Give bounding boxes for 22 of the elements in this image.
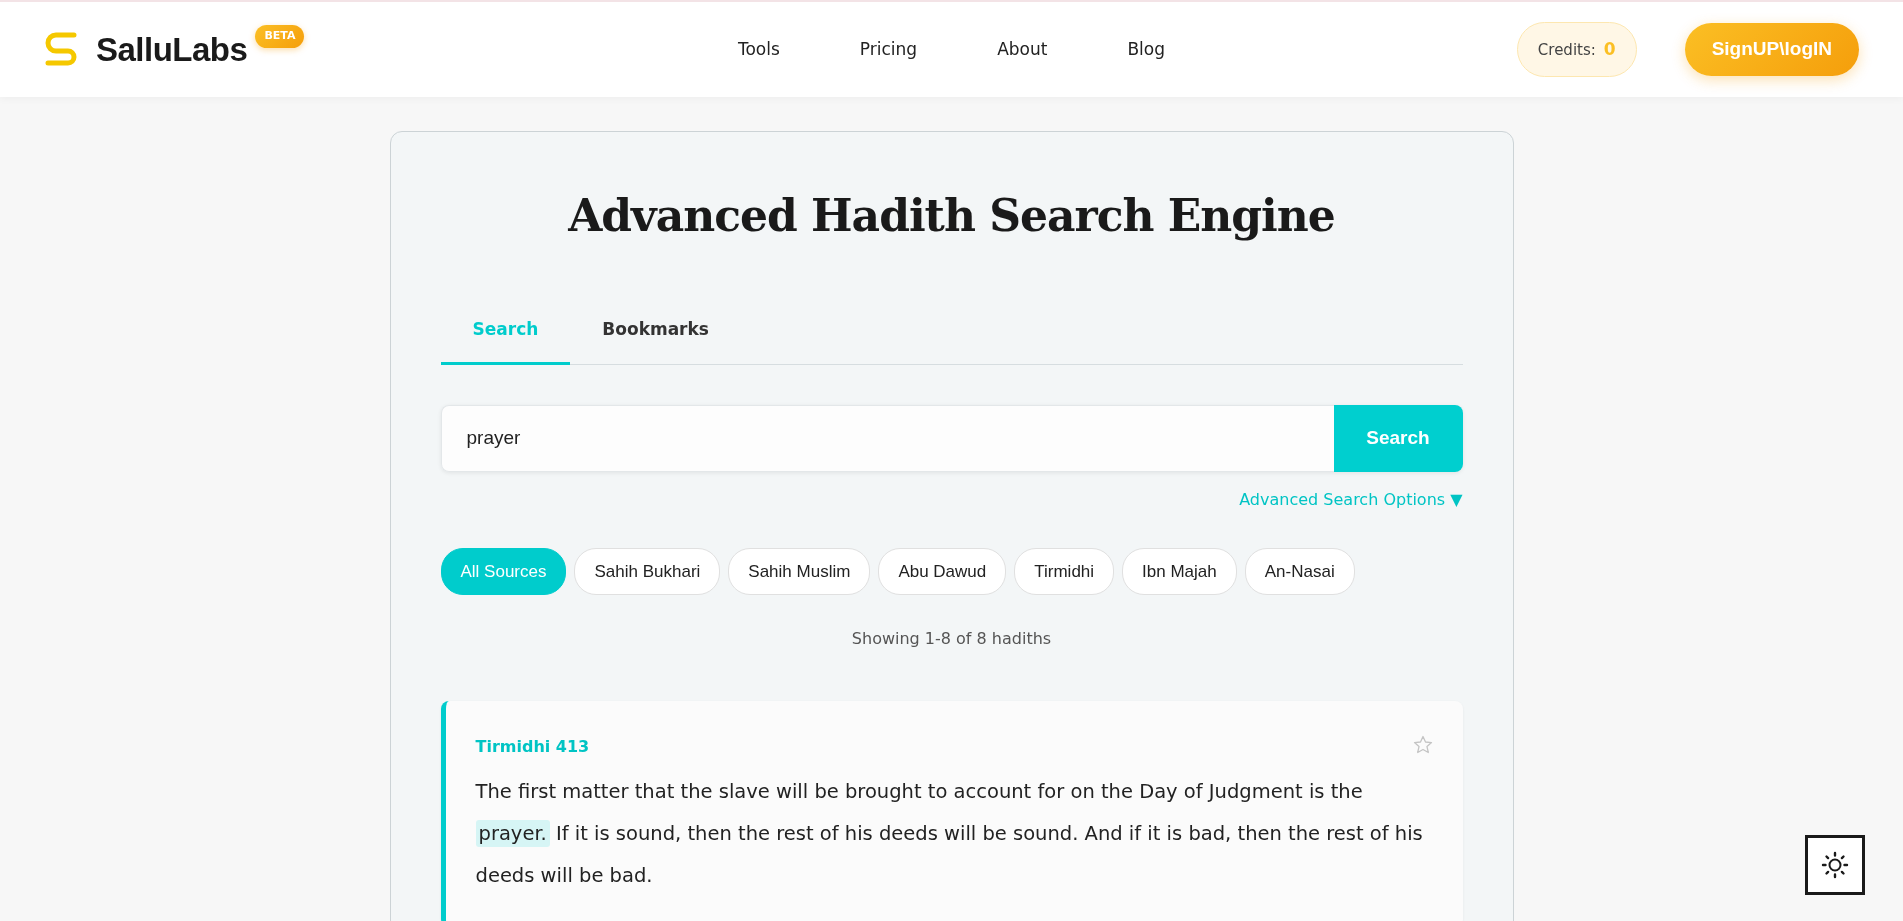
- result-count: Showing 1-8 of 8 hadiths: [850, 628, 1053, 651]
- source-filter-chip[interactable]: Ibn Majah: [1122, 547, 1237, 596]
- nav-link[interactable]: About: [997, 36, 1048, 63]
- search-field[interactable]: prayer: [440, 405, 1334, 472]
- star-icon[interactable]: [1412, 735, 1433, 756]
- tab[interactable]: Bookmarks: [570, 306, 741, 366]
- theme-toggle-button[interactable]: [1805, 835, 1865, 895]
- source-filter-chip[interactable]: Tirmidhi: [1014, 547, 1115, 596]
- nav-link[interactable]: Pricing: [859, 36, 918, 63]
- source-filter-chip[interactable]: Sahih Bukhari: [574, 547, 721, 596]
- nav-link[interactable]: Blog: [1127, 36, 1165, 63]
- source-filter-chip[interactable]: Sahih Muslim: [728, 547, 871, 596]
- credits-pill: Credits: 0: [1516, 21, 1637, 78]
- source-filter-chip[interactable]: Abu Dawud: [878, 547, 1007, 596]
- source-filter-chip[interactable]: An-Nasai: [1244, 547, 1355, 596]
- hadith-reference: Tirmidhi 413: [475, 736, 590, 759]
- beta-badge: BETA: [255, 25, 305, 48]
- page-title: Advanced Hadith Search Engine: [567, 190, 1336, 243]
- nav-link[interactable]: Tools: [737, 36, 780, 63]
- hadith-text: The first matter that the slave will be brought to account for on the Day of Judgment is the prayer. If it is sound, then the rest of his deeds will be sound. And if it is bad, then the rest of his deeds will be bad.: [475, 779, 1424, 890]
- brand-name: SalluLabs: [96, 29, 248, 70]
- sun-icon: [1821, 851, 1849, 879]
